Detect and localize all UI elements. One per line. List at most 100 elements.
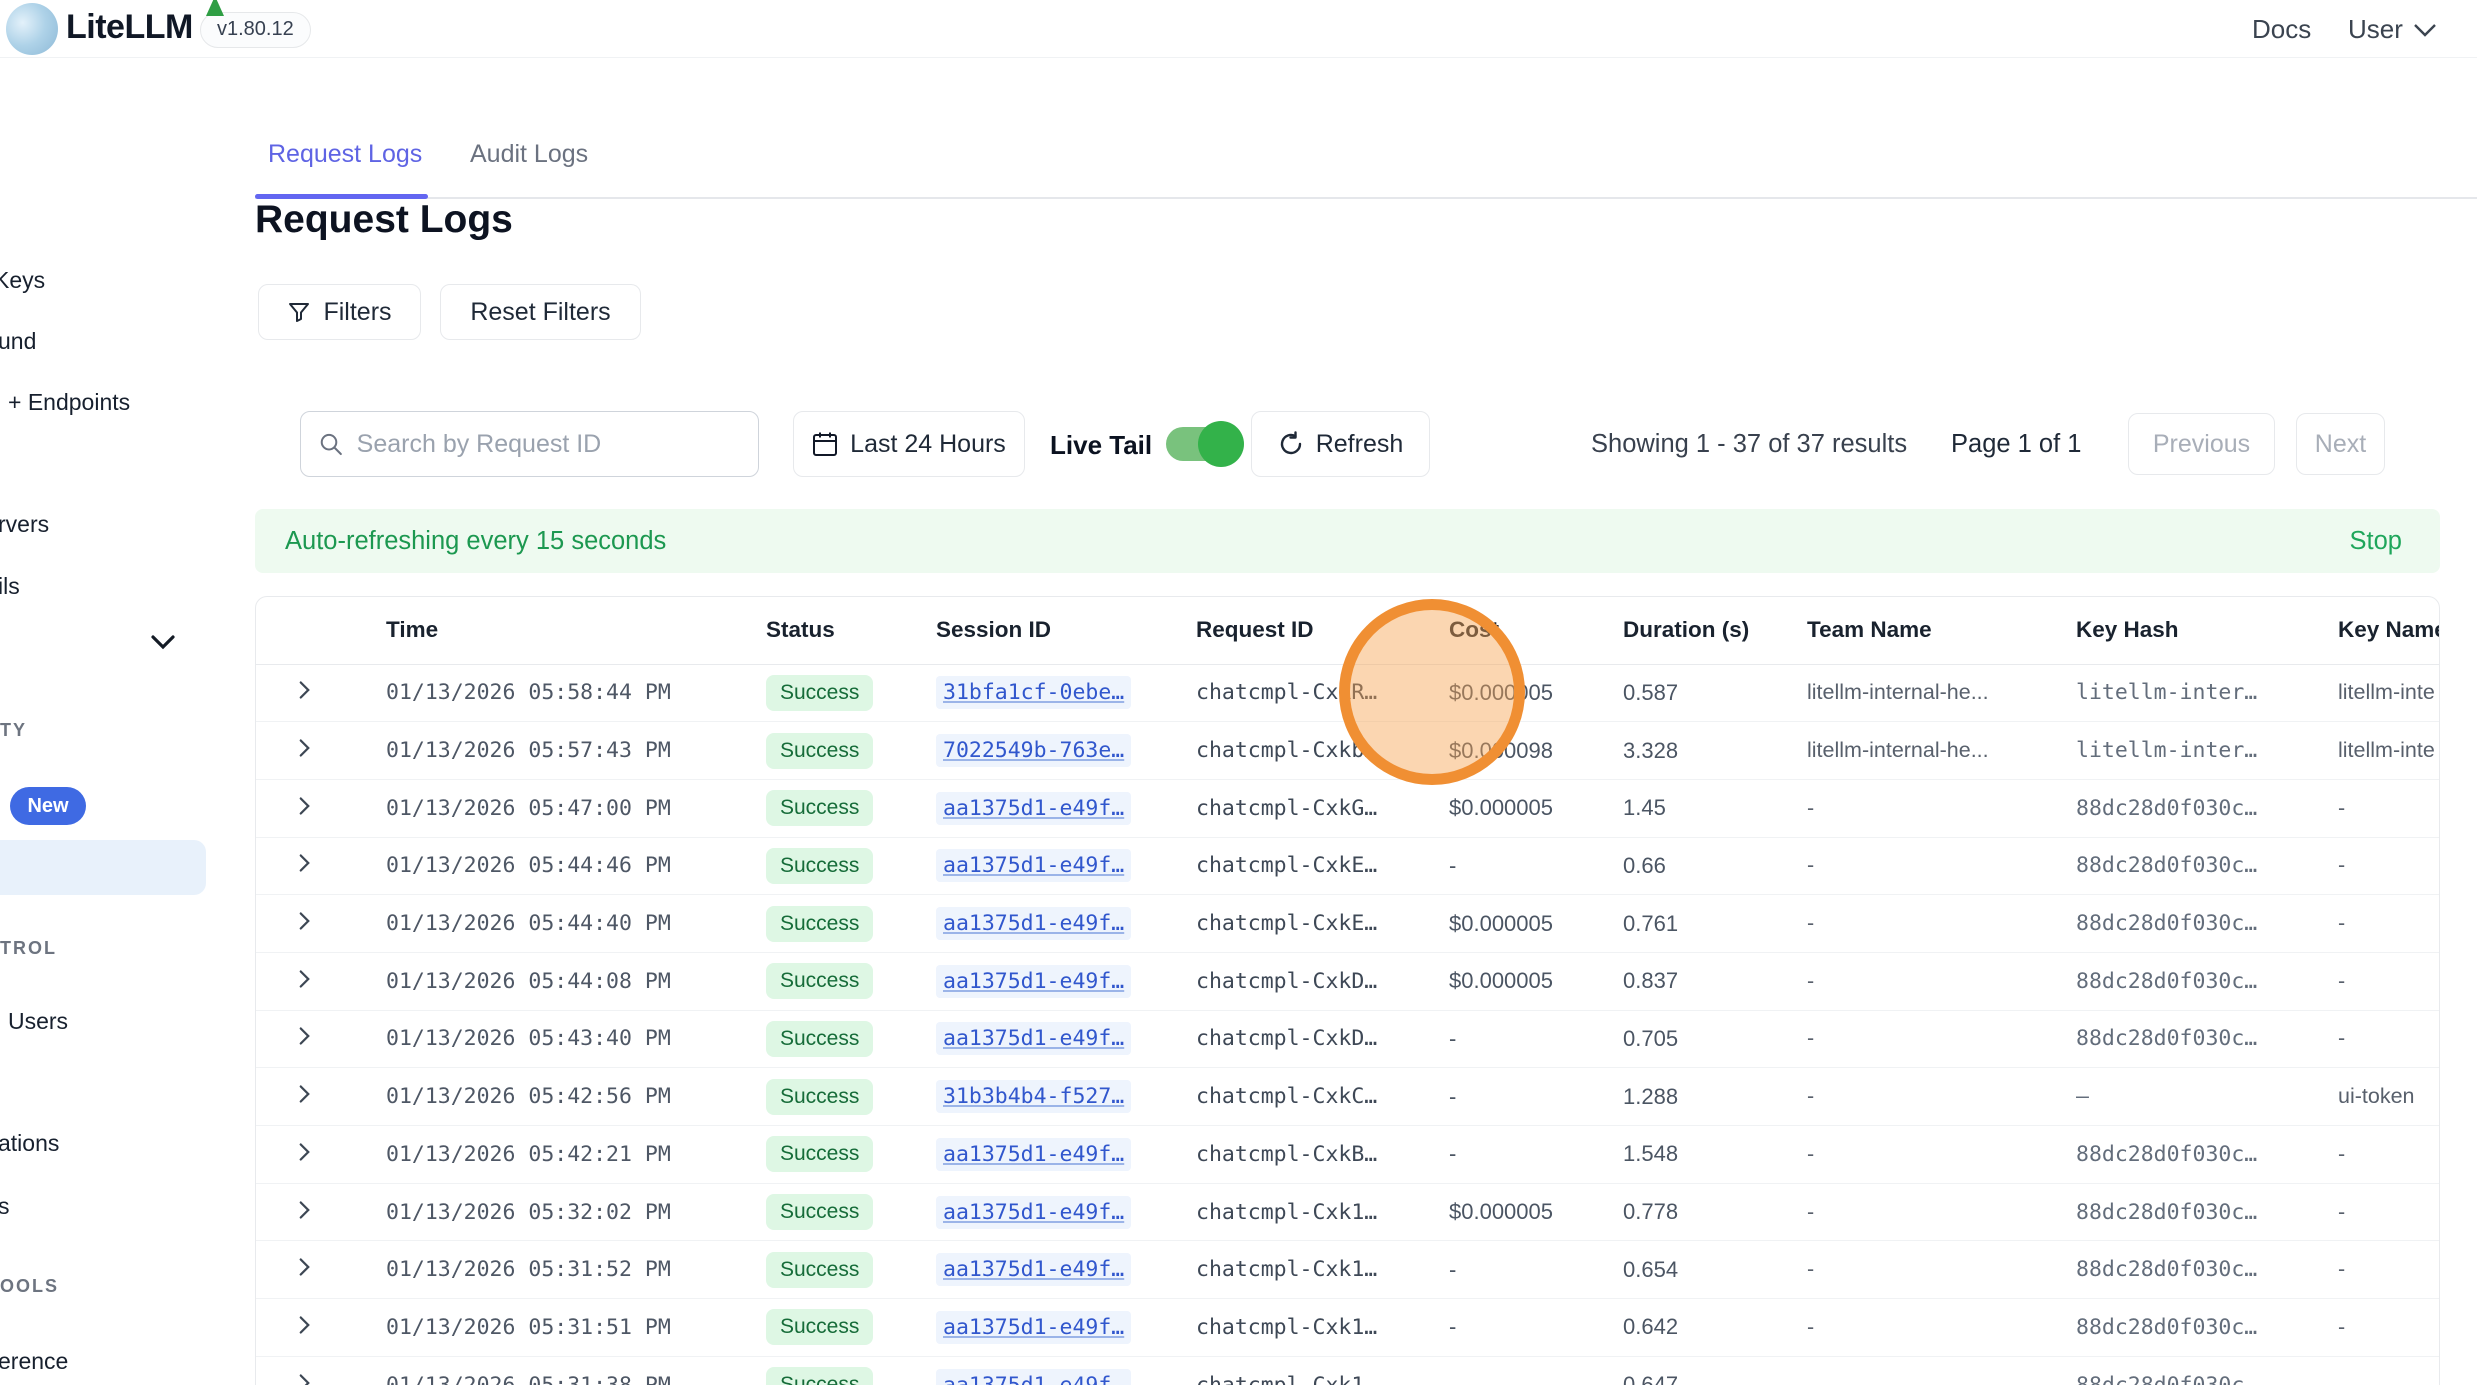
cell-session[interactable]: 31bfa1cf-0ebe… (936, 676, 1131, 709)
sidebar-item-teams[interactable]: s (0, 1193, 10, 1220)
cell-session[interactable]: aa1375d1-e49f… (936, 849, 1131, 882)
cell-team: - (1807, 911, 1814, 935)
cell-request: chatcmpl-Cxk1… (1196, 1373, 1377, 1385)
cell-cost: - (1449, 1314, 1456, 1339)
cell-session[interactable]: aa1375d1-e49f… (936, 792, 1131, 825)
expand-row-button[interactable] (298, 1257, 311, 1282)
cell-session[interactable]: aa1375d1-e49f… (936, 1253, 1131, 1286)
expand-row-button[interactable] (298, 680, 311, 705)
table-row: 01/13/2026 05:57:43 PMSuccess7022549b-76… (256, 722, 2440, 780)
cell-keyhash: 88dc28d0f030c… (2076, 1026, 2257, 1051)
cell-team: - (1807, 1315, 1814, 1339)
chevron-right-icon (298, 1315, 311, 1335)
cell-keyname: - (2338, 1200, 2345, 1224)
sidebar-item-servers[interactable]: rvers (0, 511, 49, 538)
previous-page-button[interactable]: Previous (2128, 413, 2275, 475)
cell-status: Success (766, 848, 873, 884)
stop-auto-refresh-link[interactable]: Stop (2350, 527, 2402, 556)
col-status: Status (766, 597, 936, 664)
auto-refresh-message: Auto-refreshing every 15 seconds (285, 527, 666, 556)
cell-request: chatcmpl-Cxk1… (1196, 1200, 1377, 1225)
cell-cost: $0.000098 (1449, 738, 1553, 763)
cell-cost: $0.000005 (1449, 911, 1553, 936)
col-team-name: Team Name (1807, 597, 2076, 664)
cell-cost: $0.000005 (1449, 968, 1553, 993)
cell-request: chatcmpl-Cxk1… (1196, 1315, 1377, 1340)
tab-request-logs[interactable]: Request Logs (268, 140, 422, 169)
user-menu[interactable]: User (2348, 14, 2437, 45)
sidebar-section-access-control: TROL (0, 938, 57, 959)
table-row: 01/13/2026 05:42:21 PMSuccessaa1375d1-e4… (256, 1126, 2440, 1184)
cell-duration: 3.328 (1623, 738, 1678, 763)
reset-filters-button[interactable]: Reset Filters (440, 284, 641, 340)
next-page-button[interactable]: Next (2296, 413, 2385, 475)
cell-keyname: - (2338, 911, 2345, 935)
cell-session[interactable]: aa1375d1-e49f… (936, 907, 1131, 940)
cell-keyname: - (2338, 1257, 2345, 1281)
cell-team: - (1807, 969, 1814, 993)
chevron-right-icon (298, 1026, 311, 1046)
expand-row-button[interactable] (298, 796, 311, 821)
table-header-row: Time Status Session ID Request ID Cost D… (256, 597, 2440, 664)
table-row: 01/13/2026 05:44:40 PMSuccessaa1375d1-e4… (256, 895, 2440, 953)
cell-time: 01/13/2026 05:44:40 PM (386, 911, 671, 936)
col-duration: Duration (s) (1623, 597, 1807, 664)
sidebar-item-api-reference[interactable]: erence (0, 1348, 68, 1375)
expand-row-button[interactable] (298, 738, 311, 763)
cell-session[interactable]: 7022549b-763e… (936, 734, 1131, 767)
cell-team: litellm-internal-he... (1807, 738, 1989, 762)
sidebar-item-playground[interactable]: und (0, 328, 36, 355)
col-key-name: Key Name (2338, 597, 2440, 664)
expand-row-button[interactable] (298, 1142, 311, 1167)
cell-team: - (1807, 1142, 1814, 1166)
cell-session[interactable]: aa1375d1-e49f… (936, 1138, 1131, 1171)
new-badge: New (10, 787, 86, 825)
cell-duration: 0.66 (1623, 853, 1666, 878)
next-label: Next (2315, 430, 2366, 459)
cell-request: chatcmpl-CxkD… (1196, 1026, 1377, 1051)
expand-row-button[interactable] (298, 1084, 311, 1109)
sidebar-item-organizations[interactable]: ations (0, 1130, 59, 1157)
sidebar-collapse-chevron[interactable] (150, 634, 176, 655)
cell-duration: 1.45 (1623, 795, 1666, 820)
expand-row-button[interactable] (298, 1373, 311, 1385)
cell-session[interactable]: 31b3b4b4-f527… (936, 1080, 1131, 1113)
search-input[interactable] (357, 430, 740, 459)
table-row: 01/13/2026 05:42:56 PMSuccess31b3b4b4-f5… (256, 1068, 2440, 1126)
sidebar-item-guardrails[interactable]: ils (0, 573, 20, 600)
cell-session[interactable]: aa1375d1-e49f… (936, 965, 1131, 998)
chevron-right-icon (298, 853, 311, 873)
table-row: 01/13/2026 05:43:40 PMSuccessaa1375d1-e4… (256, 1010, 2440, 1068)
search-request-id-box[interactable] (300, 411, 759, 477)
col-expander (256, 597, 386, 664)
expand-row-button[interactable] (298, 911, 311, 936)
filters-button[interactable]: Filters (258, 284, 421, 340)
sidebar-item-keys[interactable]: Keys (0, 267, 45, 294)
toggle-knob (1198, 421, 1244, 467)
sidebar-item-models-endpoints[interactable]: + Endpoints (8, 389, 130, 416)
cell-session[interactable]: aa1375d1-e49f… (936, 1022, 1131, 1055)
time-range-button[interactable]: Last 24 Hours (793, 411, 1025, 477)
expand-row-button[interactable] (298, 1200, 311, 1225)
cell-time: 01/13/2026 05:42:21 PM (386, 1142, 671, 1167)
chevron-right-icon (298, 969, 311, 989)
cell-session[interactable]: aa1375d1-e49f… (936, 1311, 1131, 1344)
refresh-button[interactable]: Refresh (1251, 411, 1430, 477)
chevron-right-icon (298, 1373, 311, 1385)
refresh-icon (1278, 431, 1304, 457)
cell-session[interactable]: aa1375d1-e49f… (936, 1196, 1131, 1229)
sidebar-item-users[interactable]: Users (8, 1008, 68, 1035)
col-request-id: Request ID (1196, 597, 1449, 664)
expand-row-button[interactable] (298, 1315, 311, 1340)
cell-session[interactable]: aa1375d1-e49f… (936, 1369, 1131, 1385)
cell-time: 01/13/2026 05:42:56 PM (386, 1084, 671, 1109)
live-tail-toggle[interactable] (1166, 427, 1236, 461)
expand-row-button[interactable] (298, 1026, 311, 1051)
version-badge: v1.80.12 (200, 12, 311, 48)
sidebar-item-logs-selected[interactable] (0, 840, 206, 895)
tab-audit-logs[interactable]: Audit Logs (470, 140, 588, 169)
expand-row-button[interactable] (298, 969, 311, 994)
nav-docs-link[interactable]: Docs (2252, 14, 2311, 45)
expand-row-button[interactable] (298, 853, 311, 878)
cell-keyhash: 88dc28d0f030c… (2076, 1315, 2257, 1340)
